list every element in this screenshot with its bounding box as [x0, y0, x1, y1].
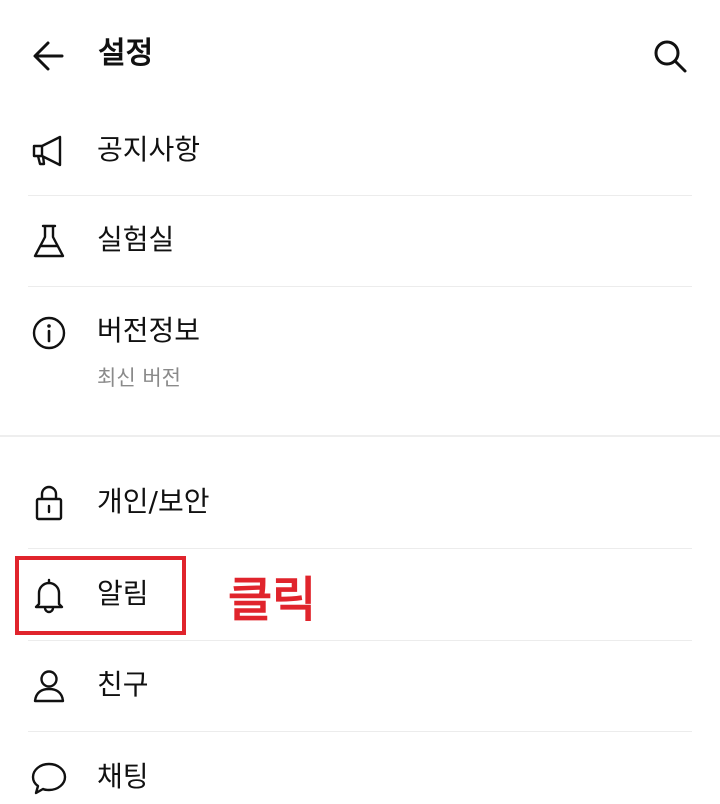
settings-item-version[interactable]: 버전정보 최신 버전 [0, 288, 720, 434]
settings-item-chat[interactable]: 채팅 [0, 733, 720, 804]
app-header: 설정 [0, 0, 720, 108]
settings-item-privacy[interactable]: 개인/보안 [0, 458, 720, 548]
page-title: 설정 [98, 36, 154, 71]
divider [28, 286, 692, 287]
settings-item-label: 채팅 [97, 760, 149, 793]
settings-item-label: 친구 [97, 668, 149, 701]
settings-item-notice[interactable]: 공지사항 [0, 110, 720, 196]
divider [28, 731, 692, 732]
flask-icon [33, 224, 65, 258]
arrow-left-icon [33, 41, 64, 71]
lock-icon [35, 485, 63, 521]
search-icon [654, 40, 687, 73]
version-status: 최신 버전 [97, 366, 181, 390]
settings-item-friends[interactable]: 친구 [0, 642, 720, 730]
highlight-box [15, 556, 186, 635]
person-icon [33, 670, 65, 703]
megaphone-icon [32, 135, 62, 167]
info-icon [32, 316, 66, 350]
back-button[interactable] [28, 34, 72, 78]
chat-bubble-icon [31, 762, 67, 795]
divider [28, 548, 692, 549]
annotation-click-label: 클릭 [228, 572, 317, 628]
search-button[interactable] [648, 34, 692, 78]
section-divider [0, 435, 720, 437]
settings-item-label: 실험실 [97, 223, 175, 256]
settings-screen: 설정 공지사항 실험실 버전정보 최신 버전 개인/보안 알림 친구 채팅 클릭 [0, 0, 720, 804]
settings-item-lab[interactable]: 실험실 [0, 198, 720, 286]
settings-item-label: 개인/보안 [97, 485, 210, 518]
divider [28, 195, 692, 196]
settings-item-label: 버전정보 [97, 314, 201, 347]
divider [28, 640, 692, 641]
settings-item-label: 공지사항 [97, 133, 201, 166]
